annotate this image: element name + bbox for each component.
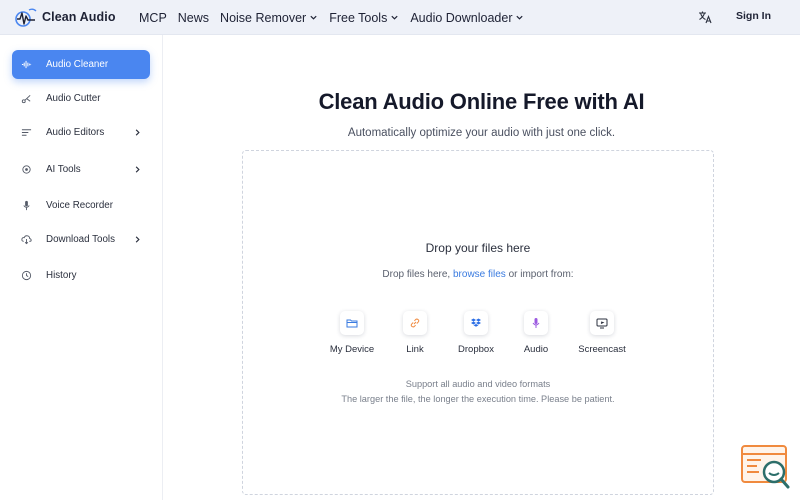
patience-note: The larger the file, the longer the exec…	[341, 394, 615, 404]
nav-noise-remover[interactable]: Noise Remover	[220, 11, 318, 25]
sidebar-item-label: History	[46, 270, 77, 281]
sidebar-item-voice-recorder[interactable]: Voice Recorder	[12, 191, 150, 220]
brand-name: Clean Audio	[42, 10, 116, 24]
sidebar-item-history[interactable]: History	[12, 261, 150, 290]
sidebar: Audio Cleaner Audio Cutter Audio Editors…	[0, 35, 163, 500]
screen-icon	[596, 318, 608, 329]
source-tile	[340, 311, 364, 335]
source-label: Dropbox	[458, 344, 494, 355]
source-my-device[interactable]: My Device	[322, 311, 382, 355]
source-label: My Device	[329, 344, 375, 355]
source-tile	[590, 311, 614, 335]
nav-label: Free Tools	[329, 10, 388, 25]
sidebar-item-label: Audio Editors	[46, 127, 105, 138]
ai-icon	[22, 165, 31, 174]
nav-mcp[interactable]: MCP	[139, 11, 167, 25]
source-label: Screencast	[578, 344, 626, 355]
nav-label: MCP	[139, 10, 167, 25]
dropzone-instructions: Drop files here, browse files or import …	[243, 269, 713, 280]
sidebar-item-audio-cleaner[interactable]: Audio Cleaner	[12, 50, 150, 79]
nav-audio-downloader[interactable]: Audio Downloader	[410, 11, 524, 25]
sidebar-item-download-tools[interactable]: Download Tools	[12, 225, 150, 254]
nav-free-tools[interactable]: Free Tools	[329, 11, 399, 25]
chevron-right-icon	[135, 129, 140, 136]
sidebar-item-label: Download Tools	[46, 234, 115, 245]
dropzone-title: Drop your files here	[425, 241, 531, 255]
sidebar-item-audio-editors[interactable]: Audio Editors	[12, 118, 150, 147]
page-subtitle: Automatically optimize your audio with j…	[347, 127, 616, 139]
scissors-icon	[21, 94, 31, 104]
file-dropzone[interactable]: Drop your files here Drop files here, br…	[242, 150, 714, 495]
source-tile	[524, 311, 548, 335]
main-nav: MCP News Noise Remover Free Tools Audio …	[139, 0, 535, 35]
nav-label: News	[177, 10, 210, 25]
support-chat-icon[interactable]	[741, 444, 791, 490]
source-tile	[464, 311, 488, 335]
source-link[interactable]: Link	[385, 311, 445, 355]
nav-label: Audio Downloader	[410, 10, 513, 25]
link-icon	[410, 318, 420, 328]
browse-files-link[interactable]: browse files	[453, 269, 506, 280]
sign-in-button[interactable]: Sign In	[736, 10, 771, 22]
source-label: Audio	[523, 344, 549, 355]
cloud-download-icon	[21, 235, 32, 245]
chevron-right-icon	[135, 166, 140, 173]
source-tile	[403, 311, 427, 335]
source-screencast[interactable]: Screencast	[572, 311, 632, 355]
chevron-down-icon	[391, 15, 398, 20]
format-note: Support all audio and video formats	[405, 379, 551, 389]
dropzone-text: or import from:	[505, 269, 574, 280]
chevron-down-icon	[516, 15, 524, 20]
source-audio[interactable]: Audio	[506, 311, 566, 355]
sidebar-item-label: AI Tools	[46, 164, 81, 175]
sidebar-item-label: Audio Cutter	[46, 93, 101, 104]
sidebar-item-label: Audio Cleaner	[46, 59, 109, 70]
nav-news[interactable]: News	[178, 11, 209, 25]
folder-icon	[346, 319, 358, 328]
clock-icon	[21, 270, 32, 281]
top-header: Clean Audio MCP News Noise Remover Free …	[0, 0, 800, 35]
sidebar-item-audio-cutter[interactable]: Audio Cutter	[12, 84, 150, 113]
nav-label: Noise Remover	[220, 10, 307, 25]
chevron-right-icon	[135, 236, 140, 243]
source-label: Link	[406, 344, 424, 355]
sidebar-item-label: Voice Recorder	[46, 200, 113, 211]
sidebar-item-ai-tools[interactable]: AI Tools	[12, 155, 150, 184]
page-title: Clean Audio Online Free with AI	[318, 89, 645, 114]
dropzone-text: Drop files here,	[382, 269, 453, 280]
dropbox-icon	[471, 318, 481, 327]
brand-logo[interactable]: Clean Audio	[14, 6, 116, 28]
microphone-icon	[532, 318, 540, 328]
waveform-icon	[21, 60, 32, 69]
logo-icon	[15, 8, 37, 27]
source-dropbox[interactable]: Dropbox	[446, 311, 506, 355]
translate-icon[interactable]	[697, 9, 713, 25]
sliders-icon	[21, 129, 32, 136]
microphone-icon	[23, 200, 30, 211]
chevron-down-icon	[310, 15, 317, 20]
